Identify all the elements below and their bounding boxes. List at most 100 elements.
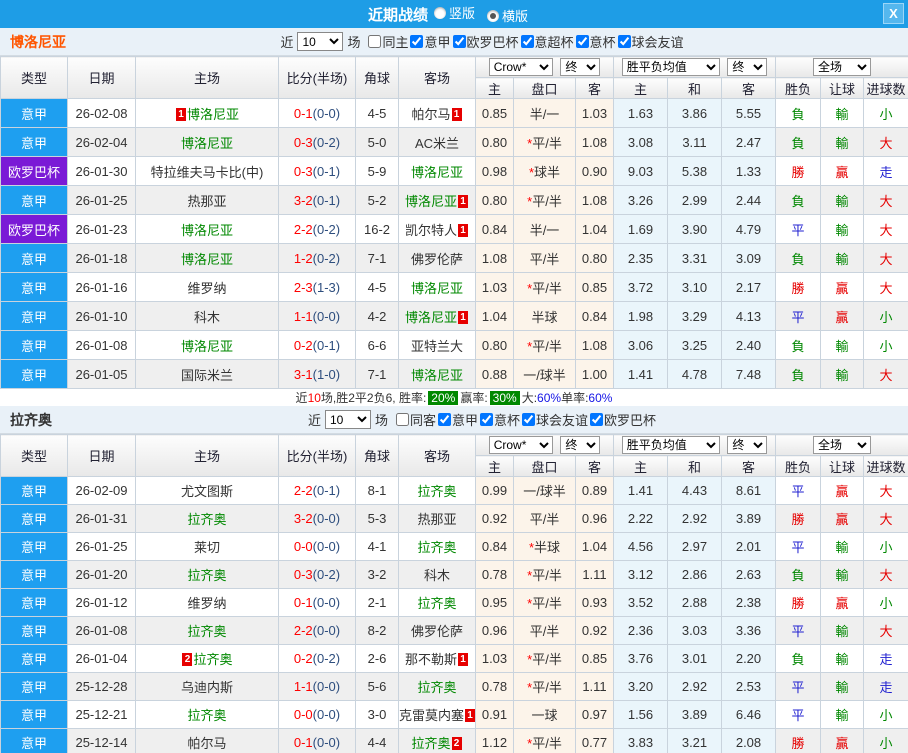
filter-checkbox-意超杯[interactable]: 意超杯 (519, 32, 574, 51)
away-team: 凯尔特人 1 (398, 214, 476, 244)
odds-away: 0.89 (575, 476, 614, 505)
odds-time-select[interactable]: 终 (560, 436, 601, 454)
corners-cell: 5-6 (355, 672, 399, 701)
result-outcome: 負 (775, 127, 822, 157)
filter-checkbox-欧罗巴杯[interactable]: 欧罗巴杯 (588, 410, 656, 429)
home-team: 博洛尼亚 (135, 243, 279, 273)
home-team: 维罗纳 (135, 272, 279, 302)
filter-checkbox-球会友谊[interactable]: 球会友谊 (520, 410, 588, 429)
handicap-cell: *平/半 (513, 672, 576, 701)
mean-away: 2.08 (720, 728, 777, 753)
close-button[interactable]: X (883, 3, 904, 24)
col-header-type: 类型 (0, 434, 68, 477)
checkbox-icon[interactable] (520, 35, 534, 48)
checkbox-icon[interactable] (437, 413, 451, 426)
odds-source-select[interactable]: Crow* (488, 436, 553, 454)
result-handicap: 輸 (820, 98, 865, 128)
checkbox-label: 球会友谊 (631, 35, 684, 50)
corners-cell: 8-2 (355, 616, 399, 645)
recent-count-select[interactable]: 10 (324, 410, 371, 429)
odds-home: 0.96 (475, 616, 514, 645)
layout-radio-竖版[interactable]: 竖版 (433, 3, 475, 22)
odds-source-select[interactable]: Crow* (488, 58, 553, 76)
away-team: 拉齐奥 (398, 476, 476, 505)
mean-draw: 2.97 (667, 532, 722, 561)
mean-draw: 3.31 (667, 243, 722, 273)
away-team: 拉齐奥 2 (398, 728, 476, 753)
col-header-type: 类型 (0, 56, 68, 99)
competition-type: 意甲 (0, 504, 68, 533)
team-name: 拉齐奥 (10, 411, 52, 428)
layout-radio-横版[interactable]: 横版 (487, 6, 528, 25)
mean-away: 2.47 (720, 127, 777, 157)
team-label: 拉齐奥 (411, 736, 451, 751)
checkbox-icon[interactable] (590, 413, 604, 426)
match-date: 26-01-20 (67, 560, 136, 589)
radio-label: 横版 (502, 9, 529, 24)
filter-checkbox-球会友谊[interactable]: 球会友谊 (616, 32, 684, 51)
mean-away: 3.09 (720, 243, 777, 273)
team-label: 拉齐奥 (187, 512, 227, 527)
handicap-cell: 平/半 (513, 616, 576, 645)
sub-col-header: 客 (720, 455, 777, 477)
mean-away: 2.01 (720, 532, 777, 561)
score-cell: 2-2(0-1) (278, 476, 356, 505)
odds-away: 1.03 (575, 98, 614, 128)
radio-icon[interactable] (433, 6, 446, 19)
odds-group-header: Crow* 终 (475, 56, 614, 78)
filter-checkbox-意杯[interactable]: 意杯 (478, 410, 520, 429)
result-handicap: 贏 (820, 728, 865, 753)
match-row: 意甲 26-01-10 科木 1-1(0-0) 4-2 博洛尼亚 1 1.04 半球 0.84 1.… (0, 301, 908, 331)
page-title: 近期战绩 (367, 6, 428, 24)
match-date: 26-01-05 (67, 359, 136, 389)
filter-checkbox-同主[interactable]: 同主 (366, 32, 408, 51)
mean-select[interactable]: 胜平负均值 (621, 436, 720, 454)
checkbox-icon[interactable] (410, 35, 424, 48)
summary-text: 大: (521, 391, 538, 405)
match-date: 26-02-09 (67, 476, 136, 505)
mean-away: 4.79 (720, 214, 777, 244)
filter-checkbox-意甲[interactable]: 意甲 (436, 410, 478, 429)
team-label: 特拉维夫马卡比(中) (150, 164, 264, 180)
result-goals: 大 (863, 127, 908, 157)
odds-home: 0.95 (475, 588, 514, 617)
filter-checkbox-同客[interactable]: 同客 (394, 410, 436, 429)
competition-type: 意甲 (0, 243, 68, 273)
checkbox-icon[interactable] (395, 413, 409, 426)
team-label: 莱切 (193, 540, 220, 555)
odds-time-select[interactable]: 终 (560, 58, 601, 76)
checkbox-icon[interactable] (480, 413, 493, 426)
mean-time-select[interactable]: 终 (727, 436, 768, 454)
scope-select[interactable]: 全场 (813, 58, 872, 76)
filter-checkbox-意杯[interactable]: 意杯 (574, 32, 616, 51)
away-team: 拉齐奥 (398, 532, 476, 561)
mean-select[interactable]: 胜平负均值 (621, 58, 720, 76)
checkbox-label: 球会友谊 (536, 413, 589, 428)
sub-col-header: 进球数 (863, 455, 908, 477)
recent-count-select[interactable]: 10 (297, 32, 344, 51)
sub-col-header: 主 (475, 455, 514, 477)
checkbox-icon[interactable] (575, 35, 589, 48)
handicap-star: * (527, 280, 533, 296)
corners-cell: 7-1 (355, 359, 399, 389)
filter-checkbox-欧罗巴杯[interactable]: 欧罗巴杯 (451, 32, 519, 51)
handicap-cell: 平/半 (513, 504, 576, 533)
home-team: 尤文图斯 (135, 476, 279, 505)
score-cell: 1-2(0-2) (278, 243, 356, 273)
header-row-groups: 类型 日期 主场 比分(半场) 角球 客场 Crow* 终 胜平负均值 终 全场 (0, 434, 908, 477)
radio-icon[interactable] (487, 9, 499, 22)
mean-draw: 3.29 (667, 301, 722, 331)
team-label: 博洛尼亚 (180, 135, 233, 151)
corners-cell: 5-3 (355, 504, 399, 533)
filter-checkbox-意甲[interactable]: 意甲 (408, 32, 451, 51)
checkbox-icon[interactable] (368, 35, 382, 48)
team-label: 博洛尼亚 (404, 193, 457, 209)
checkbox-icon[interactable] (522, 413, 536, 426)
radio-label: 竖版 (448, 6, 475, 21)
competition-type: 意甲 (0, 476, 68, 505)
mean-time-select[interactable]: 终 (727, 58, 768, 76)
scope-select[interactable]: 全场 (813, 436, 872, 454)
header-row-groups: 类型 日期 主场 比分(半场) 角球 客场 Crow* 终 胜平负均值 终 全场 (0, 56, 908, 99)
checkbox-icon[interactable] (617, 35, 631, 48)
checkbox-icon[interactable] (452, 35, 466, 48)
